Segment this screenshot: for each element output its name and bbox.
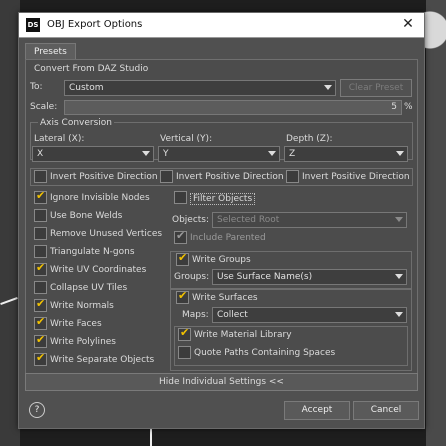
- filter-objects-checkbox[interactable]: [174, 191, 187, 204]
- close-icon[interactable]: ✕: [400, 16, 416, 32]
- cancel-button[interactable]: Cancel: [353, 401, 419, 420]
- groups-select[interactable]: Use Surface Name(s): [212, 269, 407, 285]
- chevron-down-icon: [268, 151, 276, 156]
- option-label: Triangulate N-gons: [50, 247, 135, 257]
- to-preset-value: Custom: [69, 83, 104, 93]
- vertical-axis-select[interactable]: Y: [158, 146, 280, 162]
- scene-line: [150, 428, 152, 446]
- presets-panel: Convert From DAZ Studio To: Custom Clear…: [25, 59, 418, 379]
- accept-button[interactable]: Accept: [284, 401, 350, 420]
- option-label: Ignore Invisible Nodes: [50, 193, 150, 203]
- objects-label: Objects:: [172, 215, 210, 225]
- depth-axis-select[interactable]: Z: [284, 146, 408, 162]
- option-checkbox[interactable]: [34, 281, 47, 294]
- maps-value: Collect: [217, 310, 248, 320]
- option-label: Write Separate Objects: [50, 355, 155, 365]
- invert-z-checkbox[interactable]: [286, 170, 299, 183]
- lateral-label: Lateral (X):: [34, 134, 85, 144]
- write-surfaces-label: Write Surfaces: [192, 293, 258, 303]
- option-label: Remove Unused Vertices: [50, 229, 163, 239]
- option-label: Write UV Coordinates: [50, 265, 147, 275]
- option-checkbox[interactable]: [34, 333, 47, 348]
- invert-x-label: Invert Positive Direction: [50, 172, 158, 182]
- depth-label: Depth (Z):: [286, 134, 333, 144]
- clear-preset-button[interactable]: Clear Preset: [340, 79, 412, 97]
- to-label: To:: [30, 82, 43, 92]
- option-label: Write Faces: [50, 319, 102, 329]
- option-checkbox[interactable]: [34, 245, 47, 258]
- depth-axis-value: Z: [289, 149, 296, 159]
- write-material-library-checkbox[interactable]: [178, 326, 191, 341]
- write-groups-label: Write Groups: [192, 255, 251, 265]
- title-bar: DS OBJ Export Options ✕: [19, 13, 424, 38]
- write-material-library-label: Write Material Library: [194, 330, 292, 340]
- include-parented-label: Include Parented: [190, 233, 266, 243]
- quote-paths-checkbox[interactable]: [178, 346, 191, 359]
- scale-value: 5: [391, 102, 397, 112]
- invert-y-label: Invert Positive Direction: [176, 172, 284, 182]
- chevron-down-icon: [395, 274, 403, 279]
- tab-presets[interactable]: Presets: [25, 43, 76, 60]
- maps-label: Maps:: [182, 310, 209, 320]
- chevron-down-icon: [395, 217, 403, 222]
- quote-paths-label: Quote Paths Containing Spaces: [194, 348, 336, 358]
- filter-objects-label: Filter Objects: [190, 193, 256, 205]
- convert-section-label: Convert From DAZ Studio: [34, 64, 149, 74]
- option-label: Write Polylines: [50, 337, 116, 347]
- include-parented-checkbox[interactable]: [174, 229, 187, 244]
- maps-select[interactable]: Collect: [212, 307, 407, 323]
- option-label: Use Bone Welds: [50, 211, 123, 221]
- chevron-down-icon: [395, 312, 403, 317]
- objects-select[interactable]: Selected Root: [212, 212, 407, 228]
- groups-label: Groups:: [174, 272, 210, 282]
- chevron-down-icon: [324, 85, 332, 90]
- axis-section-label: Axis Conversion: [38, 118, 114, 128]
- scale-unit: %: [404, 102, 413, 112]
- lateral-axis-value: X: [37, 149, 44, 159]
- invert-y-checkbox[interactable]: [160, 170, 173, 183]
- hide-individual-settings-button[interactable]: Hide Individual Settings <<: [25, 373, 418, 391]
- option-label: Write Normals: [50, 301, 114, 311]
- option-checkbox[interactable]: [34, 315, 47, 330]
- lateral-axis-select[interactable]: X: [32, 146, 154, 162]
- window-title: OBJ Export Options: [47, 19, 143, 30]
- write-groups-checkbox[interactable]: [176, 251, 189, 266]
- option-checkbox[interactable]: [34, 189, 47, 204]
- scale-label: Scale:: [30, 102, 58, 112]
- invert-z-label: Invert Positive Direction: [302, 172, 410, 182]
- invert-x-checkbox[interactable]: [34, 170, 47, 183]
- daz-app-icon: DS: [26, 18, 40, 32]
- option-checkbox[interactable]: [34, 297, 47, 312]
- groups-value: Use Surface Name(s): [217, 272, 313, 282]
- write-surfaces-checkbox[interactable]: [176, 289, 189, 304]
- option-checkbox[interactable]: [34, 351, 47, 366]
- tab-bar: Presets: [25, 43, 76, 60]
- option-label: Collapse UV Tiles: [50, 283, 128, 293]
- option-checkbox[interactable]: [34, 261, 47, 276]
- objects-value: Selected Root: [217, 215, 280, 225]
- chevron-down-icon: [142, 151, 150, 156]
- to-preset-select[interactable]: Custom: [64, 80, 336, 96]
- option-checkbox[interactable]: [34, 209, 47, 222]
- scale-slider[interactable]: 5: [64, 100, 402, 115]
- obj-export-dialog: DS OBJ Export Options ✕ Presets Convert …: [18, 12, 425, 429]
- chevron-down-icon: [396, 151, 404, 156]
- vertical-label: Vertical (Y):: [160, 134, 213, 144]
- help-icon[interactable]: ?: [29, 402, 45, 418]
- option-checkbox[interactable]: [34, 227, 47, 240]
- vertical-axis-value: Y: [163, 149, 169, 159]
